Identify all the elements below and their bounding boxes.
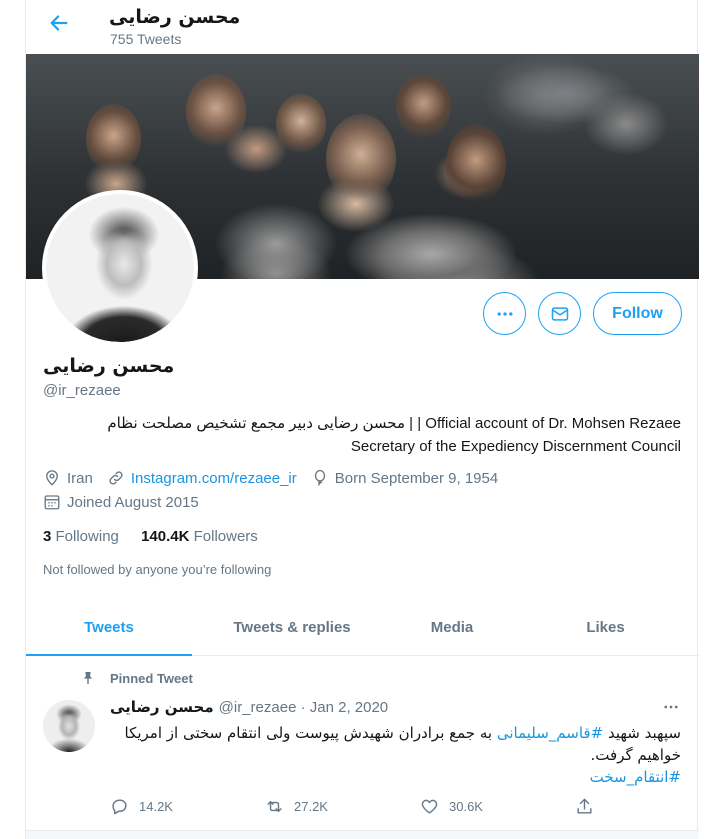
website-link[interactable]: Instagram.com/rezaee_ir (131, 470, 297, 487)
birthday-text: Born September 9, 1954 (334, 469, 499, 487)
joined-text: Joined August 2015 (67, 493, 199, 511)
tweet-actions: 14.2K 27.2K 30.6K (110, 797, 610, 816)
message-button[interactable] (538, 292, 581, 335)
reply-count: 14.2K (139, 799, 173, 814)
pinned-text: Pinned Tweet (110, 670, 193, 686)
reply-button[interactable]: 14.2K (110, 797, 265, 816)
location-text: Iran (67, 469, 93, 487)
heart-icon (420, 797, 439, 816)
reply-icon (110, 797, 129, 816)
not-followed-note: Not followed by anyone you’re following (43, 562, 272, 577)
followers-link[interactable]: 140.4K Followers (141, 528, 258, 545)
tweet-text-start: سپهبد شهید (603, 724, 681, 742)
tweet-handle-date[interactable]: @ir_rezaee · Jan 2, 2020 (219, 699, 389, 716)
profile-column: محسن رضایی 755 Tweets Follow محسن رضایی … (25, 0, 699, 839)
tab-tweets[interactable]: Tweets (26, 600, 192, 656)
profile-avatar[interactable] (42, 190, 198, 346)
share-button[interactable] (575, 797, 604, 816)
hashtag-link[interactable]: #قاسم_سلیمانی (497, 724, 603, 742)
followers-label: Followers (193, 528, 258, 545)
tweet-text: سپهبد شهید #قاسم_سلیمانی به جمع برادران … (103, 722, 682, 788)
tab-tweets-and-replies[interactable]: Tweets & replies (192, 600, 392, 655)
top-bar-tweet-count: 755 Tweets (110, 31, 182, 47)
follow-counts: 3 Following 140.4K Followers (43, 528, 276, 545)
profile-bio: محسن رضایی دبیر مجمع تشخیص مصلحت نظام | … (61, 412, 681, 458)
more-options-button[interactable] (483, 292, 526, 335)
share-icon (575, 797, 594, 816)
retweet-button[interactable]: 27.2K (265, 797, 420, 816)
timeline-divider (26, 830, 699, 839)
tweet-avatar[interactable] (43, 700, 95, 752)
retweet-count: 27.2K (294, 799, 328, 814)
follow-button[interactable]: Follow (593, 292, 682, 335)
profile-joined-row: Joined August 2015 (43, 493, 213, 511)
like-count: 30.6K (449, 799, 483, 814)
retweet-icon (265, 797, 284, 816)
like-button[interactable]: 30.6K (420, 797, 575, 816)
tweet-author-name[interactable]: محسن رضایی (110, 698, 214, 716)
pinned-tweet-label: Pinned Tweet (80, 670, 193, 686)
location-pin-icon (43, 469, 61, 487)
tab-media[interactable]: Media (392, 600, 512, 655)
profile-handle: @ir_rezaee (43, 382, 121, 399)
location-item: Iran (43, 469, 93, 487)
birthday-item: Born September 9, 1954 (311, 469, 498, 487)
tweet-more-icon[interactable] (661, 698, 681, 716)
tab-likes[interactable]: Likes (512, 600, 699, 655)
more-horizontal-icon (495, 304, 515, 324)
following-link[interactable]: 3 Following (43, 528, 119, 545)
profile-name: محسن رضایی (43, 355, 175, 377)
pin-icon (80, 670, 96, 686)
profile-meta-row: Iran Instagram.com/rezaee_ir Born Septem… (43, 469, 512, 487)
following-count: 3 (43, 528, 52, 545)
website-item: Instagram.com/rezaee_ir (107, 469, 297, 487)
calendar-icon (43, 493, 61, 511)
following-label: Following (55, 528, 119, 545)
top-bar: محسن رضایی 755 Tweets (26, 0, 699, 54)
bio-line-2: Secretary of the Expediency Discernment … (350, 438, 681, 455)
avatar-photo (46, 194, 194, 342)
bio-line-1: محسن رضایی دبیر مجمع تشخیص مصلحت نظام | … (107, 415, 681, 432)
link-icon (107, 469, 125, 487)
profile-tabs: Tweets Tweets & replies Media Likes (26, 600, 699, 656)
back-arrow-icon[interactable] (48, 12, 74, 38)
followers-count: 140.4K (141, 528, 190, 545)
hashtag-link[interactable]: #انتقام_سخت (590, 768, 681, 786)
joined-item: Joined August 2015 (43, 493, 199, 511)
tweet-header: محسن رضایی @ir_rezaee · Jan 2, 2020 (110, 698, 388, 716)
envelope-icon (550, 304, 570, 324)
top-bar-name: محسن رضایی (109, 6, 241, 28)
balloon-icon (311, 469, 329, 487)
